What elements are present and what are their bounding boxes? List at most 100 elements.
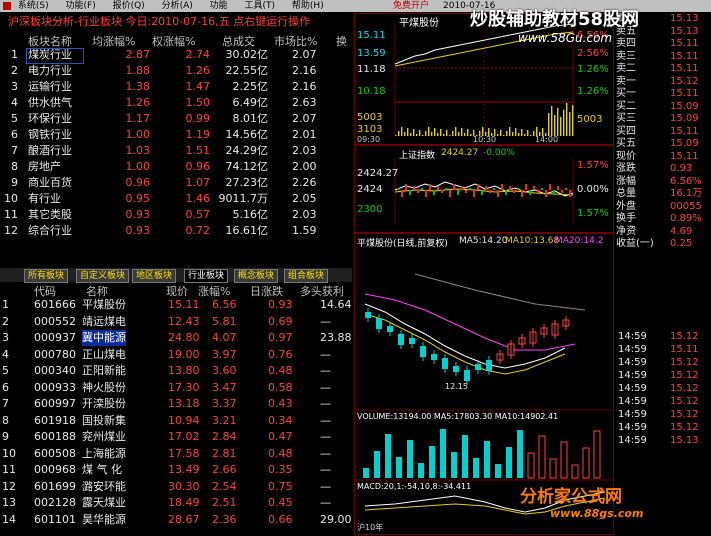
sector-volume: 9011.7万: [218, 192, 269, 205]
kline-volume-bar: [396, 457, 402, 478]
intraday-volume-bar: [470, 134, 472, 136]
tick-time: 14:59: [618, 383, 647, 394]
index-bar: [529, 190, 531, 195]
intraday-volume-bar: [440, 129, 442, 136]
stock-row[interactable]: 12 601699 潞安环能 30.30 2.54 0.75 —: [0, 479, 352, 496]
menu-tools[interactable]: 工具(T): [245, 0, 276, 12]
stock-row[interactable]: 10 600508 上海能源 17.58 2.81 0.48 —: [0, 446, 352, 463]
stock-long-profit: 23.88: [320, 331, 352, 344]
sector-avg-change: 0.93: [125, 224, 151, 237]
watermark-top: 炒股辅助教材58股网 www.58Gu.com: [470, 5, 639, 45]
index-bar: [533, 186, 535, 190]
sector-row[interactable]: 8 房地产 1.00 0.96 74.12亿 2.00: [0, 159, 352, 175]
sector-row[interactable]: 2 电力行业 1.88 1.26 22.55亿 2.16: [0, 63, 352, 79]
stock-change-pct: 3.47: [212, 380, 237, 394]
stock-row[interactable]: 3 000937 冀中能源 24.80 4.07 0.97 23.88: [0, 330, 352, 347]
sector-row[interactable]: 6 钢铁行业 1.00 1.19 14.56亿 2.01: [0, 127, 352, 143]
stock-index: 10: [2, 446, 16, 460]
sector-row[interactable]: 3 运输行业 1.38 1.47 2.25亿 2.16: [0, 79, 352, 95]
menu-function[interactable]: 功能(F): [66, 0, 96, 12]
intraday-volume-bar: [500, 130, 502, 136]
tab-industry-sectors[interactable]: 行业板块: [184, 269, 229, 283]
stock-day-change: 0.58: [268, 380, 293, 394]
index-bar: [453, 184, 455, 190]
menu-analysis[interactable]: 分析(A): [162, 0, 193, 12]
menu-open-account[interactable]: 免费开户: [393, 0, 429, 12]
sector-market-share: 2.16: [292, 80, 317, 93]
sector-index: 6: [11, 128, 18, 141]
sector-market-share: 2.16: [292, 64, 317, 77]
sector-row[interactable]: 5 环保行业 1.17 0.99 8.01亿 2.07: [0, 111, 352, 127]
sector-row[interactable]: 9 商业百货 0.96 1.07 27.23亿 2.26: [0, 175, 352, 191]
index-chart-panel[interactable]: 上证指数 2424.27 -0.00% 2424.27 2424 2300 1.…: [354, 145, 614, 233]
kline-volume-bar: [363, 468, 369, 478]
quote-row: 买五 15.09: [614, 138, 711, 151]
stock-row[interactable]: 6 000933 神火股份 17.30 3.47 0.58 —: [0, 380, 352, 397]
stock-name: 潞安环能: [82, 479, 126, 493]
tick-price: 15.12: [670, 370, 699, 381]
intraday-volume-bar: [428, 127, 430, 136]
stock-row[interactable]: 7 600997 开滦股份 13.18 3.37 0.43 —: [0, 396, 352, 413]
sector-row[interactable]: 11 其它类股 0.93 0.57 5.16亿 2.03: [0, 207, 352, 223]
menu-function2[interactable]: 功能: [210, 0, 228, 12]
sector-row[interactable]: 7 酿酒行业 1.03 1.51 24.29亿 2.03: [0, 143, 352, 159]
sector-avg-change: 0.96: [125, 176, 151, 189]
stock-row[interactable]: 2 000552 靖远煤电 12.43 5.81 0.69 —: [0, 314, 352, 331]
stock-row[interactable]: 11 000968 煤 气 化 13.49 2.66 0.35 —: [0, 462, 352, 479]
quote-label: 买一: [616, 88, 636, 99]
index-bar: [521, 190, 523, 197]
menu-help[interactable]: 帮助(H): [292, 0, 324, 12]
menu-system[interactable]: 系统(S): [18, 0, 49, 12]
stock-change-pct: 2.81: [212, 446, 237, 460]
sector-row[interactable]: 12 综合行业 0.93 0.72 16.61亿 1.59: [0, 223, 352, 239]
index-bar: [557, 186, 559, 190]
tab-all-sectors[interactable]: 所有板块: [24, 269, 69, 283]
stock-row[interactable]: 4 000780 正山煤电 19.00 3.97 0.76 —: [0, 347, 352, 364]
stock-row[interactable]: 9 600188 兖州煤业 17.02 2.84 0.47 —: [0, 429, 352, 446]
menu-quote[interactable]: 报价(Q): [113, 0, 145, 12]
kline-candles: [365, 308, 570, 385]
tick-price: 15.12: [670, 422, 699, 433]
kline-volume-bar: [462, 435, 468, 478]
stock-row[interactable]: 14 601101 昊华能源 28.67 2.36 0.66 29.00: [0, 512, 352, 529]
index-bar: [501, 184, 503, 190]
stock-code: 601918: [34, 413, 76, 427]
sector-row[interactable]: 10 有行业 0.95 1.46 9011.7万 2.05: [0, 191, 352, 207]
quote-label: 买五: [616, 138, 636, 149]
stock-long-profit: —: [320, 479, 331, 493]
stock-name: 上海能源: [82, 446, 126, 460]
quote-row: 现价 15.11: [614, 151, 711, 164]
stock-price: 24.80: [168, 331, 200, 344]
sector-avg-change: 0.93: [125, 208, 151, 221]
index-bar: [569, 190, 571, 197]
sector-market-share: 2.26: [292, 176, 317, 189]
stock-row[interactable]: 13 002128 露天煤业 18.49 2.51 0.45 —: [0, 495, 352, 512]
sector-panel-title: 沪深板块分析-行业板块 今日:2010-07-16,五 点右键运行操作: [0, 13, 352, 31]
intraday-right-tick-2: 1.26%: [577, 64, 609, 75]
quote-value: 15.12: [670, 75, 699, 87]
sector-name: 钢铁行业: [28, 128, 72, 141]
tab-combo-sectors[interactable]: 组合板块: [284, 269, 329, 283]
stock-row[interactable]: 5 000340 正阳新能 13.80 3.60 0.48 —: [0, 363, 352, 380]
intraday-left-tick-2: 11.18: [357, 64, 386, 75]
tick-row: 14:59 15.11: [614, 344, 711, 357]
sector-row[interactable]: 4 供水供气 1.26 1.50 6.49亿 2.63: [0, 95, 352, 111]
sector-avg-change: 0.95: [125, 192, 151, 205]
stock-change-pct: 3.60: [212, 364, 237, 377]
tab-region-sectors[interactable]: 地区板块: [132, 269, 177, 283]
stock-row[interactable]: 8 601918 国投新集 10.94 3.21 0.34 —: [0, 413, 352, 430]
stock-name: 煤 气 化: [82, 463, 122, 476]
quote-label: 卖三: [616, 50, 636, 62]
stock-index: 2: [2, 314, 9, 328]
stock-price: 18.49: [168, 496, 200, 509]
intraday-volume-bar: [437, 133, 439, 136]
stock-code: 600997: [34, 397, 76, 410]
stock-change-pct: 2.54: [212, 479, 237, 493]
sector-weighted-change: 2.74: [185, 48, 211, 61]
sector-avg-change: 1.38: [125, 80, 151, 93]
stock-day-change: 0.66: [268, 512, 293, 526]
stock-row[interactable]: 1 601666 平煤股份 15.11 6.56 0.93 14.64: [0, 297, 352, 314]
tab-concept-sectors[interactable]: 概念板块: [234, 269, 279, 283]
sector-row[interactable]: 1 煤炭行业 2.87 2.74 30.02亿 2.07: [0, 47, 352, 64]
tab-custom-sectors[interactable]: 自定义板块: [76, 269, 130, 283]
